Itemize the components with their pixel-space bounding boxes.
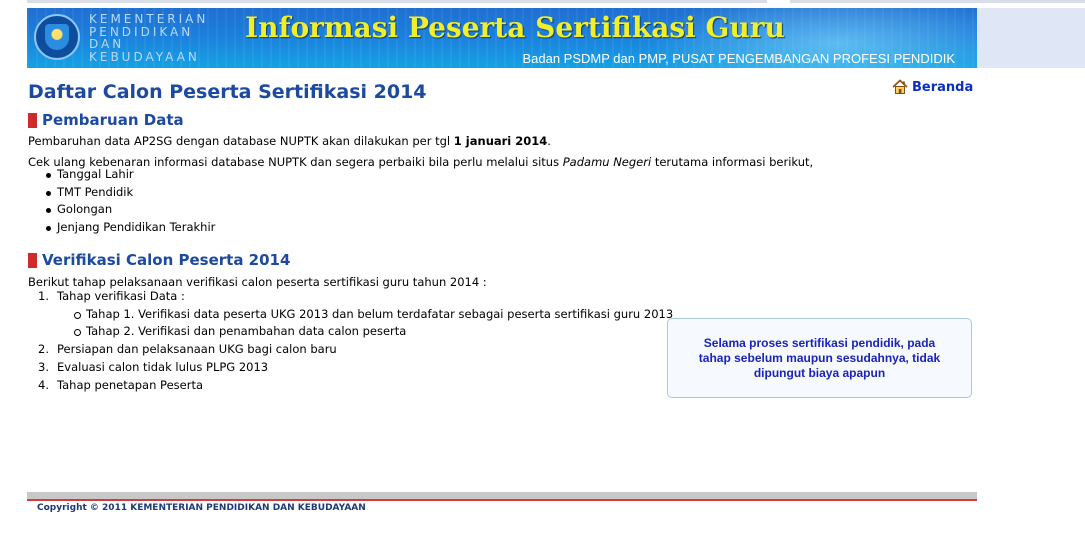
step-number: 2. [38,342,49,357]
steps-list: 1. Tahap verifikasi Data : Tahap 1. Verif… [38,288,673,394]
header-banner: KEMENTERIAN PENDIDIKAN DAN KEBUDAYAAN In… [27,8,977,68]
right-band [977,8,1085,68]
step-number: 4. [38,377,49,392]
step-item: 1. Tahap verifikasi Data : Tahap 1. Verif… [38,288,673,341]
fee-notice: Selama proses sertifikasi pendidik, pada… [667,318,972,398]
banner-subtitle: Badan PSDMP dan PMP, PUSAT PENGEMBANGAN … [522,51,955,66]
banner-title: Informasi Peserta Sertifikasi Guru [245,11,785,44]
footer-bar [27,492,977,499]
step-number: 1. [38,289,49,303]
fee-notice-text: Selama proses sertifikasi pendidik, pada… [698,335,941,380]
section-heading-text: Pembaruan Data [42,111,184,129]
copyright: Copyright © 2011 KEMENTERIAN PENDIDIKAN … [37,503,366,513]
step-item: 4. Tahap penetapan Peserta [38,377,673,395]
list-item: Jenjang Pendidikan Terakhir [40,219,215,237]
top-strip-segment [27,0,767,3]
step-item: 2. Persiapan dan pelaksanaan UKG bagi cal… [38,341,673,359]
step-label: Tahap verifikasi Data : [57,289,185,303]
section-heading-verify: Verifikasi Calon Peserta 2014 [28,251,290,269]
home-icon [892,79,908,95]
section-heading-text: Verifikasi Calon Peserta 2014 [42,251,291,269]
list-item: TMT Pendidik [40,184,215,202]
check-text-end: terutama informasi berikut, [651,155,814,169]
update-paragraph: Pembaruhan data AP2SG dengan database NU… [28,134,551,148]
home-link[interactable]: Beranda [892,79,973,95]
update-date: 1 januari 2014 [453,134,548,148]
list-item: Golongan [40,201,215,219]
ministry-line: DAN [89,37,125,51]
ministry-logo [34,14,80,60]
step-item: 3. Evaluasi calon tidak lulus PLPG 2013 [38,359,673,377]
step-number: 3. [38,359,49,374]
top-strip [0,0,1085,8]
verify-intro: Berikut tahap pelaksanaan verifikasi cal… [28,275,487,289]
substep-item: Tahap 1. Verifikasi data peserta UKG 201… [72,306,673,324]
home-link-label: Beranda [912,79,974,95]
update-text: Pembaruhan data AP2SG dengan database NU… [28,134,454,148]
step-label: Evaluasi calon tidak lulus PLPG 2013 [57,359,269,374]
ministry-line: KEBUDAYAAN [89,49,200,64]
section-marker [28,112,37,128]
list-item: Tanggal Lahir [40,166,215,184]
substeps-list: Tahap 1. Verifikasi data peserta UKG 201… [38,306,673,341]
page-title: Daftar Calon Peserta Sertifikasi 2014 [28,81,427,103]
ministry-line: KEMENTERIAN [89,12,209,26]
top-strip-segment [790,0,1085,3]
info-list: Tanggal Lahir TMT Pendidik Golongan Jenj… [40,166,215,237]
substep-item: Tahap 2. Verifikasi dan penambahan data … [72,323,673,341]
check-site-name: Padamu Negeri [562,155,652,169]
ministry-name: KEMENTERIAN PENDIDIKAN DAN KEBUDAYAAN [89,13,219,63]
update-text-end: . [547,134,551,148]
step-label: Persiapan dan pelaksanaan UKG bagi calon… [57,342,337,357]
section-marker [28,252,37,268]
footer-divider [27,499,977,501]
step-label: Tahap penetapan Peserta [57,377,203,392]
section-heading-update: Pembaruan Data [28,111,184,129]
